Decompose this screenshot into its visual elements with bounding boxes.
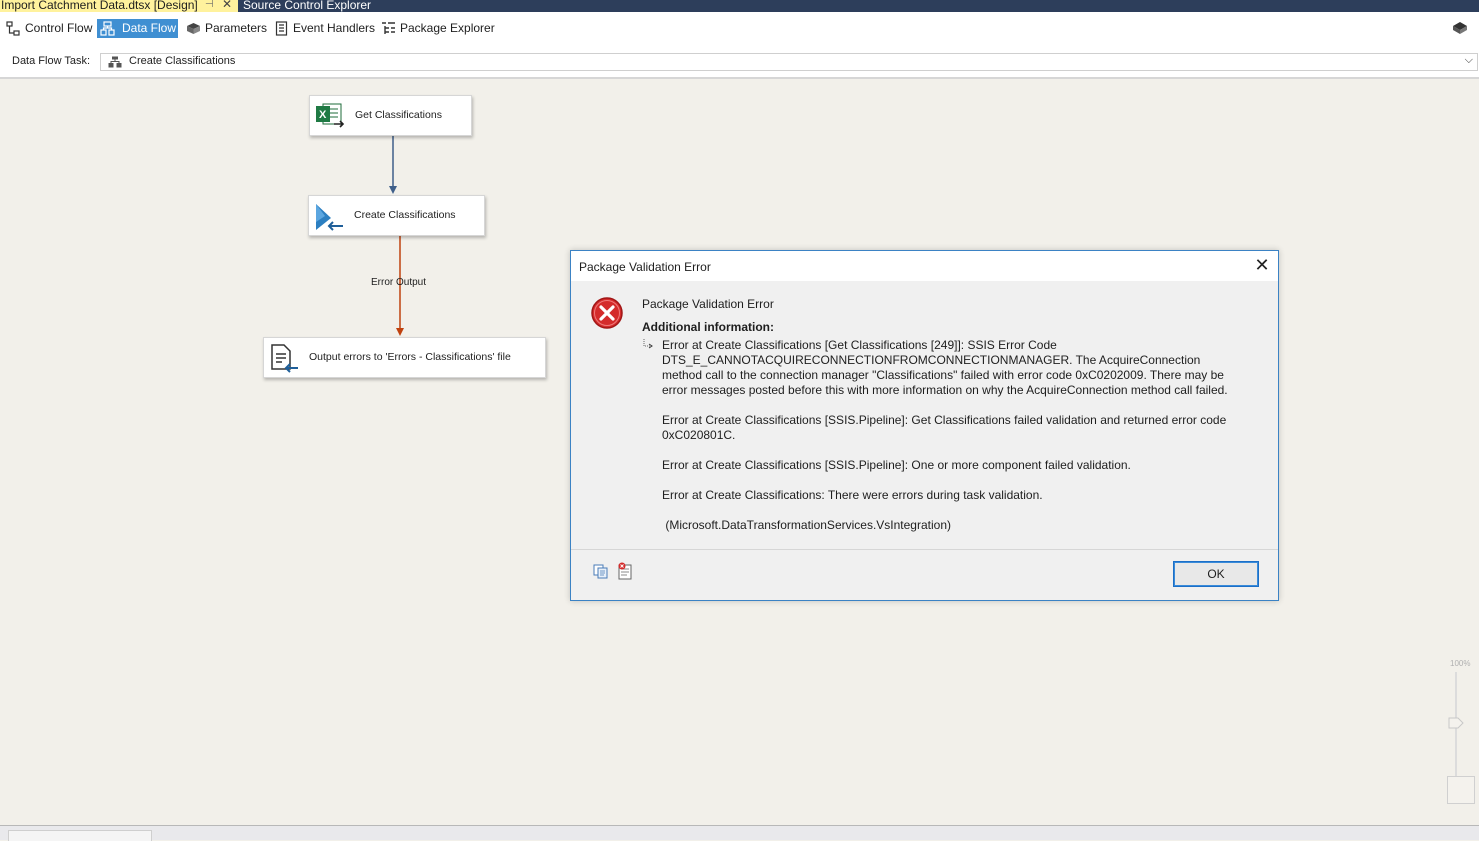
dialog-separator (571, 549, 1278, 550)
zoom-to-fit-button[interactable] (1447, 776, 1475, 804)
error-message: Error at Create Classifications: There w… (662, 488, 1043, 502)
data-flow-task-label: Data Flow Task: (12, 55, 91, 67)
error-path-arrow (396, 328, 404, 336)
tree-connector-icon (643, 339, 653, 349)
close-tab-icon[interactable]: ✕ (222, 0, 232, 10)
zoom-slider-thumb[interactable] (1448, 717, 1464, 729)
tab-label: Data Flow (122, 21, 177, 35)
close-icon[interactable]: ✕ (1252, 256, 1272, 276)
package-validation-error-dialog: Package Validation Error ✕ Package Valid… (570, 250, 1279, 601)
copy-message-icon[interactable] (593, 563, 609, 579)
error-message: Error at Create Classifications [Get Cla… (662, 338, 1228, 397)
package-settings-icon[interactable] (1452, 20, 1468, 36)
package-explorer-icon (382, 22, 395, 34)
document-tab-active[interactable]: Import Catchment Data.dtsx [Design] ⊣ ✕ (0, 0, 238, 12)
dialog-title: Package Validation Error (579, 260, 711, 274)
tab-control-flow[interactable]: Control Flow (3, 19, 93, 38)
technical-details-icon[interactable] (617, 562, 633, 580)
selected-task: Create Classifications (129, 55, 236, 67)
data-flow-task-icon (108, 56, 122, 68)
tab-label: Event Handlers (293, 21, 376, 35)
tab-package-explorer[interactable]: Package Explorer (378, 19, 495, 38)
dialog-heading: Package Validation Error (642, 297, 774, 311)
component-label: Output errors to 'Errors - Classificatio… (309, 351, 511, 363)
zoom-level: 100% (1450, 659, 1471, 668)
tab-event-handlers[interactable]: Event Handlers (271, 19, 375, 38)
oledb-destination-icon (316, 204, 343, 231)
error-message: Error at Create Classifications [SSIS.Pi… (662, 458, 1131, 472)
parameters-icon (187, 23, 200, 34)
zoom-slider-track[interactable] (1455, 672, 1457, 790)
component-get-classifications[interactable]: X Get Classifications (309, 95, 472, 136)
tab-label: Package Explorer (400, 21, 495, 35)
svg-text:X: X (319, 109, 327, 121)
tab-parameters[interactable]: Parameters (183, 19, 268, 38)
component-label: Get Classifications (355, 109, 442, 121)
tab-data-flow[interactable]: Data Flow (97, 19, 178, 38)
control-flow-icon (6, 21, 20, 36)
error-message-list: Error at Create Classifications [Get Cla… (662, 338, 1232, 548)
additional-information-label: Additional information: (642, 320, 774, 334)
connection-managers-bar (0, 825, 1479, 841)
flat-file-destination-icon (271, 344, 298, 373)
event-handlers-icon (275, 21, 288, 36)
document-tab-source-control[interactable]: Source Control Explorer (243, 0, 371, 11)
component-create-classifications[interactable]: Create Classifications (308, 195, 485, 236)
document-tab-strip: Import Catchment Data.dtsx [Design] ⊣ ✕ … (0, 0, 1479, 12)
designer-toolbar: Control Flow Data Flow Parameters Event … (0, 12, 1479, 47)
dialog-title-bar[interactable]: Package Validation Error ✕ (571, 251, 1278, 281)
chevron-down-icon[interactable]: ⌵ (1465, 54, 1473, 67)
connection-managers-tab[interactable] (8, 830, 152, 841)
document-tab-label: Import Catchment Data.dtsx [Design] (1, 0, 198, 12)
data-flow-task-bar: Data Flow Task: Create Classifications ⌵ (0, 47, 1479, 79)
error-message: Error at Create Classifications [SSIS.Pi… (662, 413, 1227, 442)
component-output-errors[interactable]: Output errors to 'Errors - Classificatio… (263, 337, 546, 378)
ok-button[interactable]: OK (1173, 561, 1259, 587)
data-path-arrow (389, 186, 397, 194)
data-flow-icon (100, 21, 115, 36)
error-source: (Microsoft.DataTransformationServices.Vs… (662, 518, 951, 532)
tab-label: Parameters (205, 21, 268, 35)
data-flow-task-dropdown[interactable]: Create Classifications ⌵ (100, 53, 1478, 71)
pin-icon[interactable]: ⊣ (205, 0, 214, 10)
error-output-label: Error Output (371, 277, 427, 288)
component-label: Create Classifications (354, 209, 456, 221)
error-icon (591, 297, 623, 329)
tab-label: Control Flow (25, 21, 93, 35)
excel-source-icon: X (316, 103, 345, 128)
